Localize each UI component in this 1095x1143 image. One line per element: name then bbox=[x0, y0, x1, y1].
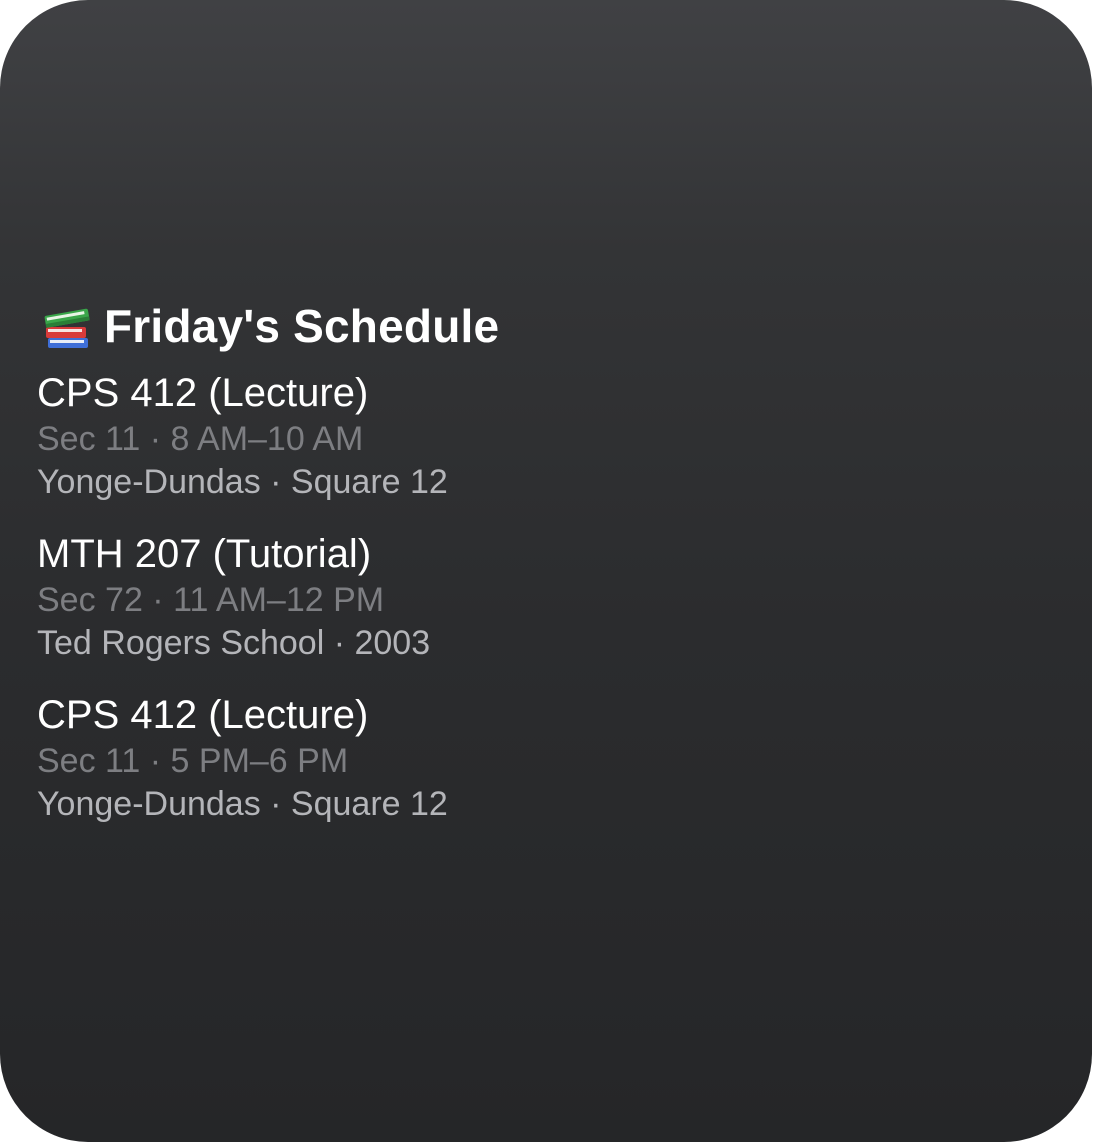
event-course: CPS 412 (Lecture) bbox=[37, 693, 369, 737]
event-list: CPS 412 (Lecture) Sec 11 · 8 AM–10 AM Yo… bbox=[37, 368, 448, 851]
event-course: MTH 207 (Tutorial) bbox=[37, 532, 372, 576]
event-item[interactable]: MTH 207 (Tutorial) Sec 72 · 11 AM–12 PM … bbox=[37, 529, 448, 690]
event-item[interactable]: CPS 412 (Lecture) Sec 11 · 8 AM–10 AM Yo… bbox=[37, 368, 448, 529]
event-location: Yonge-Dundas · Square 12 bbox=[37, 463, 448, 501]
event-course: CPS 412 (Lecture) bbox=[37, 371, 369, 415]
schedule-widget[interactable]: Friday's Schedule CPS 412 (Lecture) Sec … bbox=[0, 0, 1092, 1142]
widget-header: Friday's Schedule bbox=[40, 296, 499, 356]
event-location: Ted Rogers School · 2003 bbox=[37, 624, 431, 662]
event-time: Sec 11 · 5 PM–6 PM bbox=[37, 742, 349, 780]
widget-title: Friday's Schedule bbox=[104, 300, 500, 352]
event-location: Yonge-Dundas · Square 12 bbox=[37, 785, 448, 823]
event-item[interactable]: CPS 412 (Lecture) Sec 11 · 5 PM–6 PM Yon… bbox=[37, 690, 448, 851]
books-icon bbox=[40, 298, 96, 354]
event-time: Sec 11 · 8 AM–10 AM bbox=[37, 420, 364, 458]
event-time: Sec 72 · 11 AM–12 PM bbox=[37, 581, 385, 619]
